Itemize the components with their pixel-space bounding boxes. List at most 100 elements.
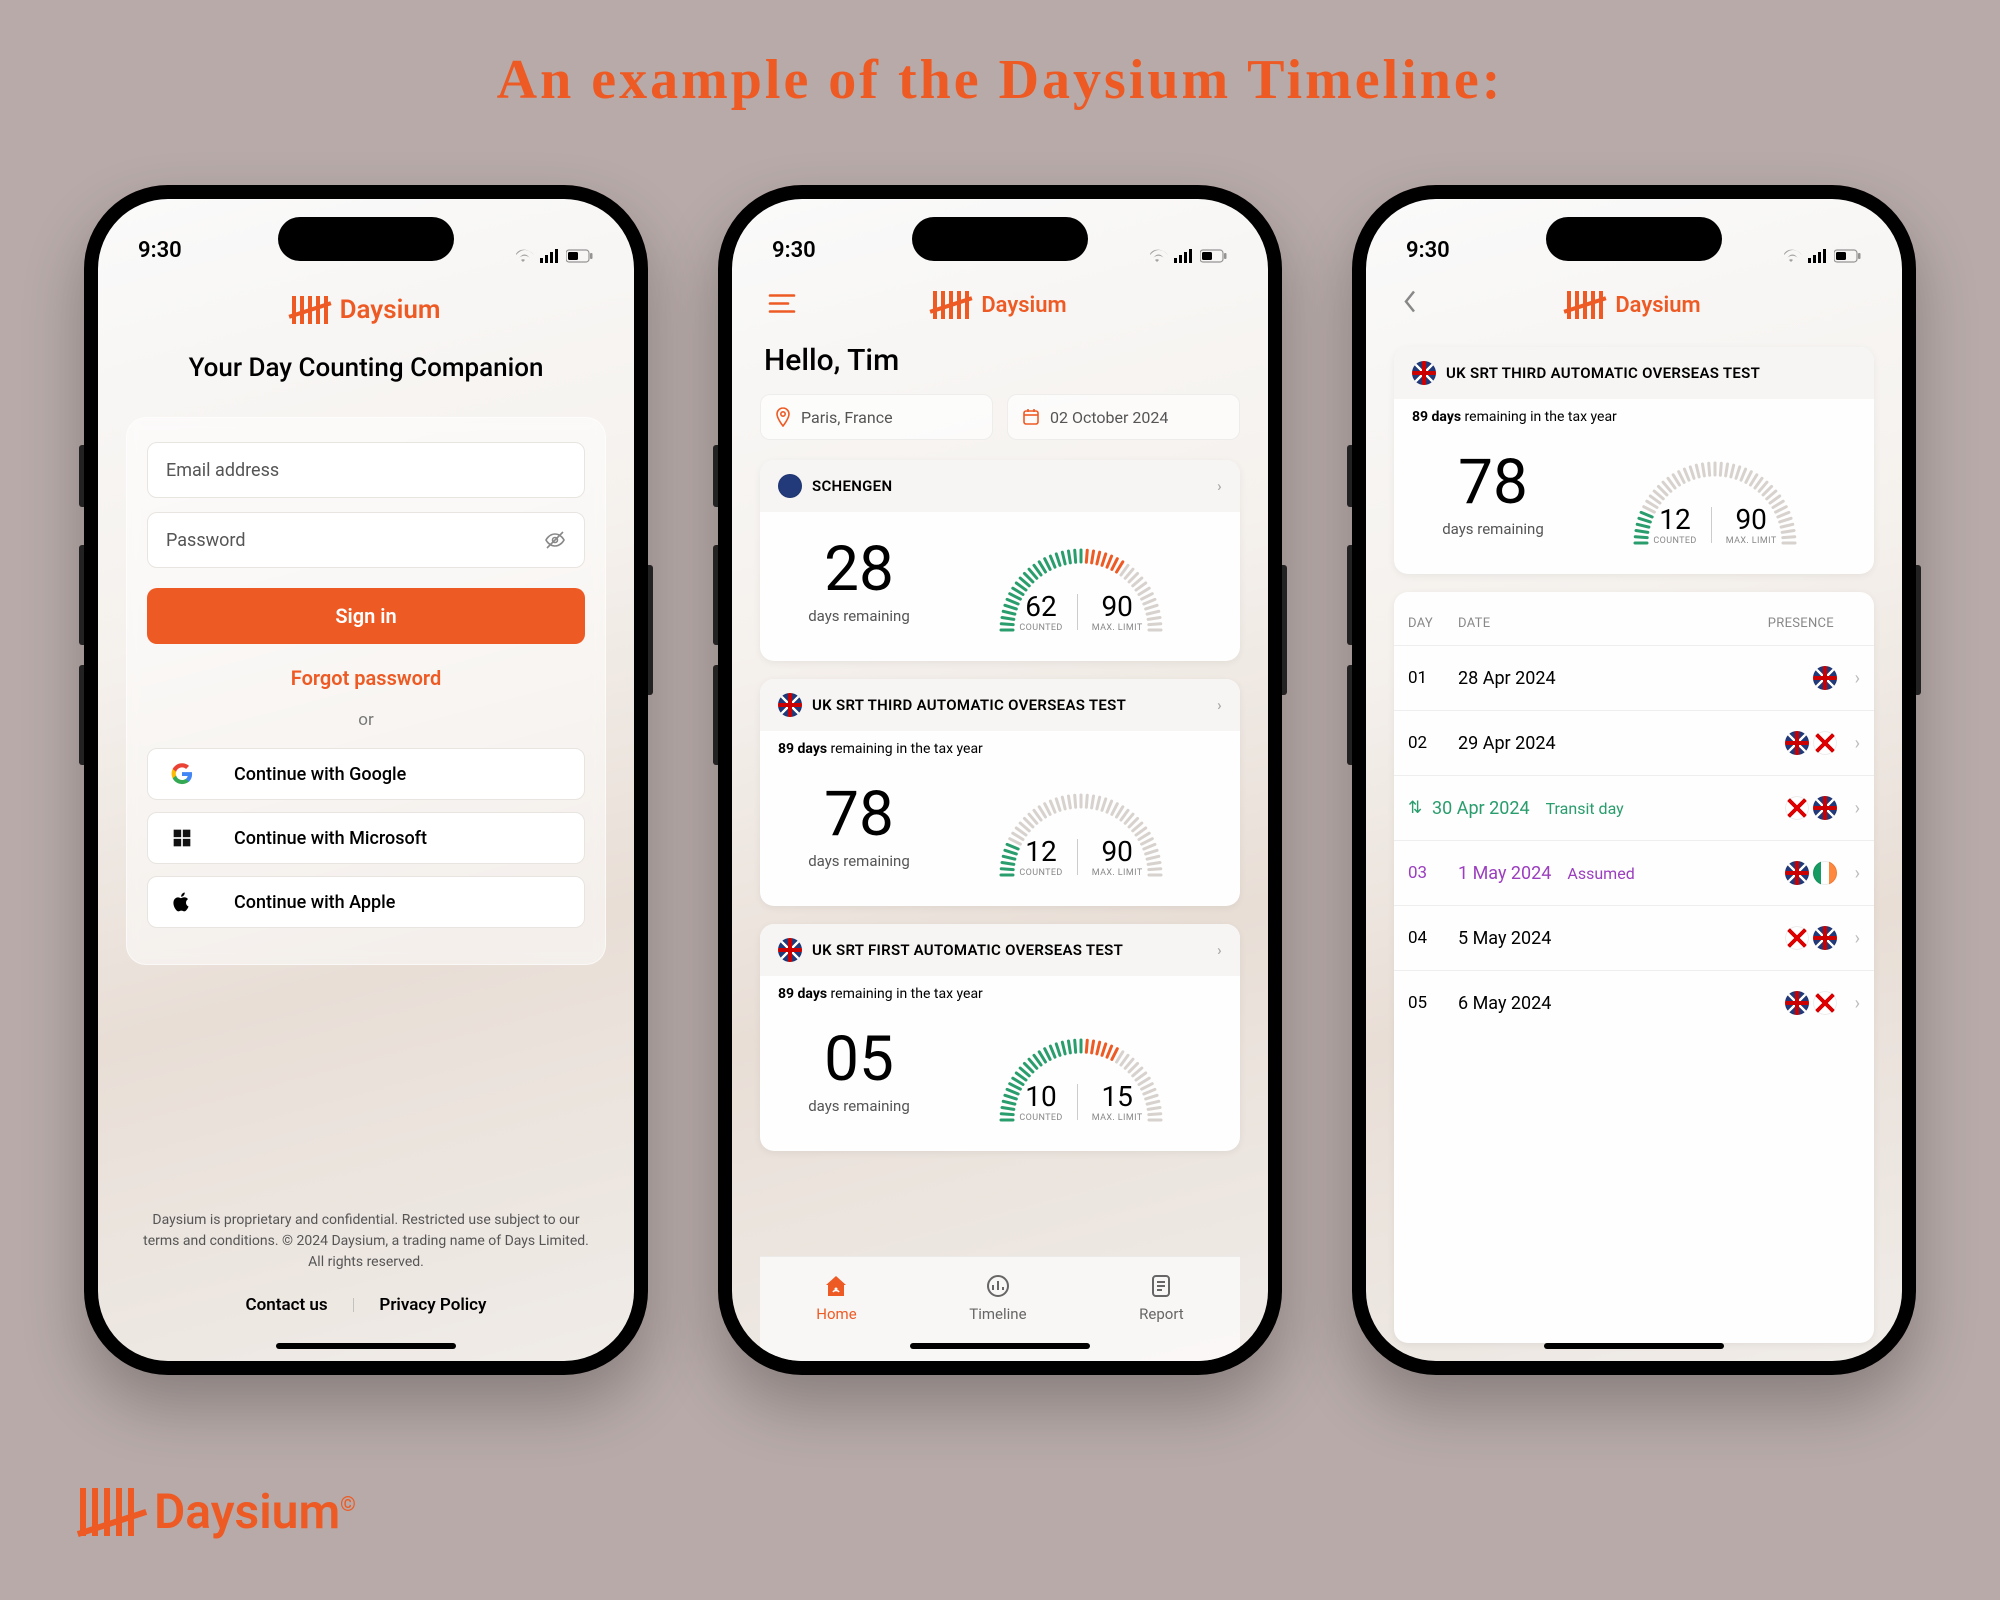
chevron-right-icon: › [1855, 993, 1860, 1014]
phone-signin: 9:30 Daysium Your Day Counting Companion… [84, 185, 648, 1375]
presence-flags [1785, 796, 1845, 820]
transit-icon: ⇅ [1408, 798, 1432, 818]
tab-home[interactable]: Home [816, 1273, 856, 1323]
status-time: 9:30 [772, 238, 816, 263]
continue-microsoft-button[interactable]: Continue with Microsoft [147, 812, 585, 864]
days-remaining-value: 28 [824, 539, 894, 601]
signal-icon [1174, 249, 1194, 263]
signal-icon [540, 249, 560, 263]
location-chip[interactable]: Paris, France [760, 394, 993, 440]
sso-divider: or [147, 710, 585, 730]
google-icon [170, 762, 194, 786]
calendar-icon [1022, 408, 1040, 426]
wifi-icon [1146, 249, 1168, 263]
battery-icon [1834, 249, 1862, 263]
presence-flags [1785, 861, 1845, 885]
page-title: An example of the Daysium Timeline: [0, 48, 2000, 112]
back-button[interactable] [1402, 288, 1418, 323]
uk-flag-icon [1785, 991, 1809, 1015]
chevron-right-icon: › [1217, 941, 1222, 959]
status-icons [1780, 249, 1862, 263]
timeline-row[interactable]: 02 29 Apr 2024 › [1394, 710, 1874, 775]
tab-report[interactable]: Report [1139, 1273, 1184, 1323]
je-flag-icon [1785, 926, 1809, 950]
table-header: DAY DATE PRESENCE [1394, 592, 1874, 645]
uk-flag-icon [778, 693, 802, 717]
privacy-link[interactable]: Privacy Policy [379, 1295, 486, 1315]
eu-flag-icon [778, 474, 802, 498]
report-icon [1148, 1273, 1174, 1299]
dashboard-card: SCHENGEN › 28 days remaining 62COUNTED 9… [760, 460, 1240, 661]
tagline: Your Day Counting Companion [126, 353, 606, 383]
status-time: 9:30 [1406, 238, 1450, 263]
eye-off-icon[interactable] [544, 529, 566, 551]
summary-card: UK SRT THIRD AUTOMATIC OVERSEAS TEST 89 … [1394, 347, 1874, 574]
pin-icon [775, 407, 791, 427]
dashboard-card-header[interactable]: SCHENGEN › [760, 460, 1240, 512]
je-flag-icon [1813, 991, 1837, 1015]
timeline-table: DAY DATE PRESENCE 01 28 Apr 2024 › 02 29… [1394, 592, 1874, 1343]
chevron-right-icon: › [1855, 928, 1860, 949]
apple-icon [170, 890, 194, 914]
chevron-right-icon: › [1855, 668, 1860, 689]
presence-flags [1785, 991, 1845, 1015]
days-remaining-value: 78 [1458, 452, 1528, 514]
signin-button[interactable]: Sign in [147, 588, 585, 644]
signin-form: Email address Password Sign in Forgot pa… [126, 417, 606, 965]
home-icon [823, 1273, 849, 1299]
app-logo: Daysium [933, 291, 1066, 319]
dashboard-card-header[interactable]: UK SRT THIRD AUTOMATIC OVERSEAS TEST › [760, 679, 1240, 731]
days-remaining-value: 05 [824, 1029, 894, 1091]
uk-flag-icon [1813, 666, 1837, 690]
timeline-row[interactable]: 04 5 May 2024 › [1394, 905, 1874, 970]
phone-dashboard: 9:30 Daysium Hello, Tim [718, 185, 1282, 1375]
uk-flag-icon [1813, 796, 1837, 820]
chevron-right-icon: › [1217, 477, 1222, 495]
chevron-right-icon: › [1855, 863, 1860, 884]
timeline-row[interactable]: 05 6 May 2024 › [1394, 970, 1874, 1035]
chevron-right-icon: › [1217, 696, 1222, 714]
chevron-right-icon: › [1855, 733, 1860, 754]
password-field[interactable]: Password [147, 512, 585, 568]
uk-flag-icon [1412, 361, 1436, 385]
dashboard-card: UK SRT FIRST AUTOMATIC OVERSEAS TEST › 8… [760, 924, 1240, 1151]
microsoft-icon [170, 826, 194, 850]
uk-flag-icon [1813, 926, 1837, 950]
uk-flag-icon [1785, 731, 1809, 755]
je-flag-icon [1785, 796, 1809, 820]
wifi-icon [1780, 249, 1802, 263]
presence-flags [1813, 666, 1845, 690]
summary-card-header[interactable]: UK SRT THIRD AUTOMATIC OVERSEAS TEST [1394, 347, 1874, 399]
legal-text: Daysium is proprietary and confidential.… [126, 1210, 606, 1273]
app-logo: Daysium [126, 295, 606, 325]
date-chip[interactable]: 02 October 2024 [1007, 394, 1240, 440]
chevron-right-icon: › [1855, 798, 1860, 819]
contact-link[interactable]: Contact us [246, 1295, 328, 1315]
menu-button[interactable] [768, 288, 796, 323]
status-time: 9:30 [138, 238, 182, 263]
presence-flags [1785, 926, 1845, 950]
status-icons [1146, 249, 1228, 263]
forgot-password-link[interactable]: Forgot password [147, 666, 585, 690]
timeline-row[interactable]: 01 28 Apr 2024 › [1394, 645, 1874, 710]
days-remaining-value: 78 [824, 784, 894, 846]
timeline-row[interactable]: 03 1 May 2024 Assumed › [1394, 840, 1874, 905]
app-logo: Daysium [1567, 291, 1700, 319]
uk-flag-icon [778, 938, 802, 962]
continue-apple-button[interactable]: Continue with Apple [147, 876, 585, 928]
timeline-row[interactable]: ⇅ 30 Apr 2024 Transit day › [1394, 775, 1874, 840]
page-footer-logo: Daysium© [80, 1483, 356, 1540]
dashboard-card: UK SRT THIRD AUTOMATIC OVERSEAS TEST › 8… [760, 679, 1240, 906]
tab-timeline[interactable]: Timeline [969, 1273, 1026, 1323]
email-field[interactable]: Email address [147, 442, 585, 498]
ie-flag-icon [1813, 861, 1837, 885]
dashboard-card-header[interactable]: UK SRT FIRST AUTOMATIC OVERSEAS TEST › [760, 924, 1240, 976]
greeting: Hello, Tim [760, 343, 1240, 378]
phone-timeline: 9:30 Daysium UK SRT THIRD AUT [1352, 185, 1916, 1375]
continue-google-button[interactable]: Continue with Google [147, 748, 585, 800]
timeline-icon [985, 1273, 1011, 1299]
signal-icon [1808, 249, 1828, 263]
battery-icon [1200, 249, 1228, 263]
status-icons [512, 249, 594, 263]
uk-flag-icon [1785, 861, 1809, 885]
